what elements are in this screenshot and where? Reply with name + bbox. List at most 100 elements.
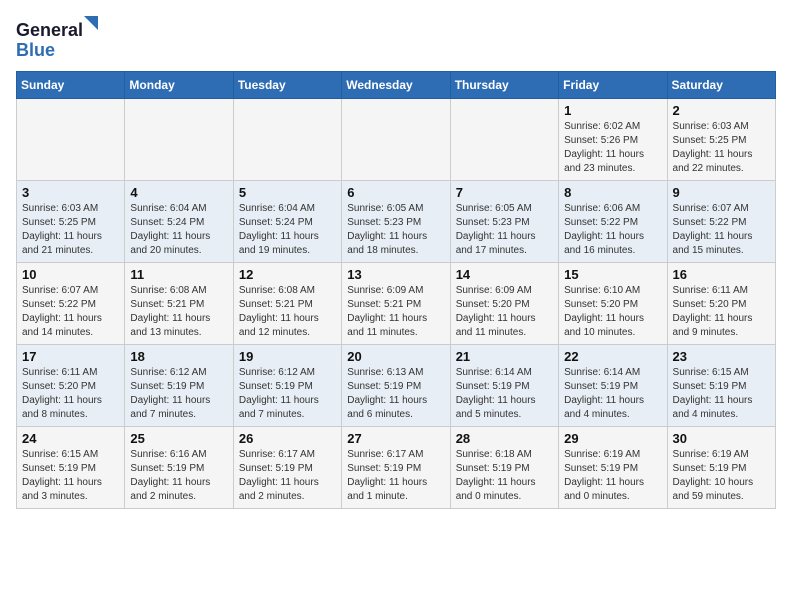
calendar-cell xyxy=(125,99,233,181)
weekday-header-wednesday: Wednesday xyxy=(342,72,450,99)
calendar-cell xyxy=(17,99,125,181)
day-number: 26 xyxy=(239,431,336,446)
calendar-cell: 26 Sunrise: 6:17 AM Sunset: 5:19 PM Dayli… xyxy=(233,427,341,509)
calendar-cell: 30 Sunrise: 6:19 AM Sunset: 5:19 PM Dayli… xyxy=(667,427,775,509)
day-info: Sunrise: 6:10 AM Sunset: 5:20 PM Dayligh… xyxy=(564,284,661,340)
day-info: Sunrise: 6:05 AM Sunset: 5:23 PM Dayligh… xyxy=(347,202,444,258)
day-number: 30 xyxy=(673,431,770,446)
day-number: 22 xyxy=(564,349,661,364)
day-number: 28 xyxy=(456,431,553,446)
day-number: 7 xyxy=(456,185,553,200)
day-info: Sunrise: 6:09 AM Sunset: 5:21 PM Dayligh… xyxy=(347,284,444,340)
day-info: Sunrise: 6:06 AM Sunset: 5:22 PM Dayligh… xyxy=(564,202,661,258)
logo-icon: GeneralBlue xyxy=(16,16,106,61)
day-number: 16 xyxy=(673,267,770,282)
calendar-cell: 13 Sunrise: 6:09 AM Sunset: 5:21 PM Dayli… xyxy=(342,263,450,345)
calendar-cell: 27 Sunrise: 6:17 AM Sunset: 5:19 PM Dayli… xyxy=(342,427,450,509)
day-info: Sunrise: 6:14 AM Sunset: 5:19 PM Dayligh… xyxy=(564,366,661,422)
weekday-header-row: SundayMondayTuesdayWednesdayThursdayFrid… xyxy=(17,72,776,99)
weekday-header-tuesday: Tuesday xyxy=(233,72,341,99)
day-number: 29 xyxy=(564,431,661,446)
day-info: Sunrise: 6:19 AM Sunset: 5:19 PM Dayligh… xyxy=(673,448,770,504)
calendar-cell: 5Sunrise: 6:04 AM Sunset: 5:24 PM Daylig… xyxy=(233,181,341,263)
calendar-cell: 6 Sunrise: 6:05 AM Sunset: 5:23 PM Daylig… xyxy=(342,181,450,263)
logo: GeneralBlue xyxy=(16,16,106,61)
day-number: 3 xyxy=(22,185,119,200)
calendar-header: SundayMondayTuesdayWednesdayThursdayFrid… xyxy=(17,72,776,99)
calendar-cell: 15 Sunrise: 6:10 AM Sunset: 5:20 PM Dayli… xyxy=(559,263,667,345)
day-number: 10 xyxy=(22,267,119,282)
week-row-4: 17Sunrise: 6:11 AM Sunset: 5:20 PM Dayli… xyxy=(17,345,776,427)
calendar-cell: 1Sunrise: 6:02 AM Sunset: 5:26 PM Daylig… xyxy=(559,99,667,181)
calendar-cell xyxy=(450,99,558,181)
calendar-cell: 18Sunrise: 6:12 AM Sunset: 5:19 PM Dayli… xyxy=(125,345,233,427)
day-number: 23 xyxy=(673,349,770,364)
calendar-cell: 17Sunrise: 6:11 AM Sunset: 5:20 PM Dayli… xyxy=(17,345,125,427)
day-info: Sunrise: 6:18 AM Sunset: 5:19 PM Dayligh… xyxy=(456,448,553,504)
calendar-cell: 2Sunrise: 6:03 AM Sunset: 5:25 PM Daylig… xyxy=(667,99,775,181)
weekday-header-sunday: Sunday xyxy=(17,72,125,99)
calendar-cell: 16Sunrise: 6:11 AM Sunset: 5:20 PM Dayli… xyxy=(667,263,775,345)
calendar-cell: 21 Sunrise: 6:14 AM Sunset: 5:19 PM Dayli… xyxy=(450,345,558,427)
week-row-1: 1Sunrise: 6:02 AM Sunset: 5:26 PM Daylig… xyxy=(17,99,776,181)
day-info: Sunrise: 6:03 AM Sunset: 5:25 PM Dayligh… xyxy=(22,202,119,258)
day-info: Sunrise: 6:12 AM Sunset: 5:19 PM Dayligh… xyxy=(239,366,336,422)
calendar-cell xyxy=(342,99,450,181)
day-info: Sunrise: 6:04 AM Sunset: 5:24 PM Dayligh… xyxy=(239,202,336,258)
calendar-cell: 4 Sunrise: 6:04 AM Sunset: 5:24 PM Daylig… xyxy=(125,181,233,263)
day-info: Sunrise: 6:14 AM Sunset: 5:19 PM Dayligh… xyxy=(456,366,553,422)
day-info: Sunrise: 6:15 AM Sunset: 5:19 PM Dayligh… xyxy=(22,448,119,504)
calendar-cell: 29 Sunrise: 6:19 AM Sunset: 5:19 PM Dayli… xyxy=(559,427,667,509)
calendar-cell: 3 Sunrise: 6:03 AM Sunset: 5:25 PM Daylig… xyxy=(17,181,125,263)
calendar: SundayMondayTuesdayWednesdayThursdayFrid… xyxy=(16,71,776,509)
day-info: Sunrise: 6:19 AM Sunset: 5:19 PM Dayligh… xyxy=(564,448,661,504)
calendar-cell: 25 Sunrise: 6:16 AM Sunset: 5:19 PM Dayli… xyxy=(125,427,233,509)
day-number: 13 xyxy=(347,267,444,282)
day-number: 11 xyxy=(130,267,227,282)
day-info: Sunrise: 6:17 AM Sunset: 5:19 PM Dayligh… xyxy=(239,448,336,504)
day-number: 17 xyxy=(22,349,119,364)
calendar-cell xyxy=(233,99,341,181)
day-number: 2 xyxy=(673,103,770,118)
svg-text:General: General xyxy=(16,20,83,40)
header: GeneralBlue xyxy=(16,16,776,61)
day-number: 20 xyxy=(347,349,444,364)
day-info: Sunrise: 6:05 AM Sunset: 5:23 PM Dayligh… xyxy=(456,202,553,258)
calendar-cell: 20 Sunrise: 6:13 AM Sunset: 5:19 PM Dayli… xyxy=(342,345,450,427)
weekday-header-thursday: Thursday xyxy=(450,72,558,99)
calendar-cell: 10Sunrise: 6:07 AM Sunset: 5:22 PM Dayli… xyxy=(17,263,125,345)
calendar-cell: 11 Sunrise: 6:08 AM Sunset: 5:21 PM Dayli… xyxy=(125,263,233,345)
weekday-header-saturday: Saturday xyxy=(667,72,775,99)
calendar-cell: 19Sunrise: 6:12 AM Sunset: 5:19 PM Dayli… xyxy=(233,345,341,427)
day-info: Sunrise: 6:02 AM Sunset: 5:26 PM Dayligh… xyxy=(564,120,661,176)
calendar-cell: 22 Sunrise: 6:14 AM Sunset: 5:19 PM Dayli… xyxy=(559,345,667,427)
week-row-3: 10Sunrise: 6:07 AM Sunset: 5:22 PM Dayli… xyxy=(17,263,776,345)
day-info: Sunrise: 6:16 AM Sunset: 5:19 PM Dayligh… xyxy=(130,448,227,504)
calendar-cell: 23Sunrise: 6:15 AM Sunset: 5:19 PM Dayli… xyxy=(667,345,775,427)
calendar-cell: 9 Sunrise: 6:07 AM Sunset: 5:22 PM Daylig… xyxy=(667,181,775,263)
day-number: 8 xyxy=(564,185,661,200)
calendar-cell: 24 Sunrise: 6:15 AM Sunset: 5:19 PM Dayli… xyxy=(17,427,125,509)
day-number: 21 xyxy=(456,349,553,364)
day-info: Sunrise: 6:04 AM Sunset: 5:24 PM Dayligh… xyxy=(130,202,227,258)
day-number: 4 xyxy=(130,185,227,200)
day-info: Sunrise: 6:17 AM Sunset: 5:19 PM Dayligh… xyxy=(347,448,444,504)
day-number: 27 xyxy=(347,431,444,446)
calendar-cell: 12 Sunrise: 6:08 AM Sunset: 5:21 PM Dayli… xyxy=(233,263,341,345)
day-number: 15 xyxy=(564,267,661,282)
day-number: 6 xyxy=(347,185,444,200)
day-info: Sunrise: 6:07 AM Sunset: 5:22 PM Dayligh… xyxy=(673,202,770,258)
day-info: Sunrise: 6:08 AM Sunset: 5:21 PM Dayligh… xyxy=(130,284,227,340)
calendar-body: 1Sunrise: 6:02 AM Sunset: 5:26 PM Daylig… xyxy=(17,99,776,509)
calendar-cell: 7 Sunrise: 6:05 AM Sunset: 5:23 PM Daylig… xyxy=(450,181,558,263)
calendar-cell: 8 Sunrise: 6:06 AM Sunset: 5:22 PM Daylig… xyxy=(559,181,667,263)
day-info: Sunrise: 6:08 AM Sunset: 5:21 PM Dayligh… xyxy=(239,284,336,340)
day-info: Sunrise: 6:09 AM Sunset: 5:20 PM Dayligh… xyxy=(456,284,553,340)
day-number: 24 xyxy=(22,431,119,446)
calendar-cell: 28 Sunrise: 6:18 AM Sunset: 5:19 PM Dayli… xyxy=(450,427,558,509)
day-info: Sunrise: 6:13 AM Sunset: 5:19 PM Dayligh… xyxy=(347,366,444,422)
day-number: 12 xyxy=(239,267,336,282)
day-number: 25 xyxy=(130,431,227,446)
day-number: 9 xyxy=(673,185,770,200)
weekday-header-friday: Friday xyxy=(559,72,667,99)
